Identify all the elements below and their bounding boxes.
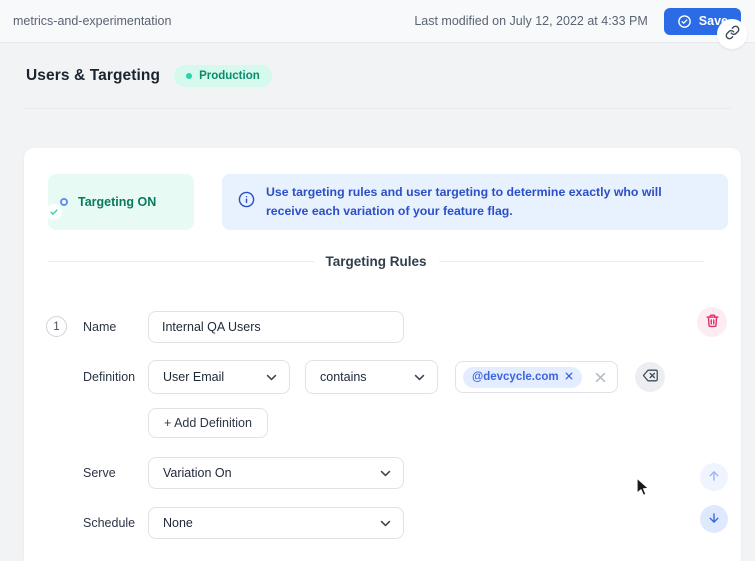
header-divider [24, 108, 731, 109]
rule-name-input[interactable] [148, 311, 404, 343]
serve-field-label: Serve [83, 466, 116, 480]
schedule-field-label: Schedule [83, 516, 136, 530]
tag-remove-icon[interactable] [565, 371, 573, 383]
check-circle-icon [677, 14, 692, 29]
add-definition-button[interactable]: + Add Definition [148, 408, 268, 438]
link-icon [725, 25, 740, 43]
clear-all-values-button[interactable] [635, 362, 665, 392]
topbar: metrics-and-experimentation Last modifie… [0, 0, 755, 43]
value-tag-label: @devcycle.com [472, 371, 559, 383]
clear-input-icon[interactable] [595, 372, 606, 383]
breadcrumb: metrics-and-experimentation [13, 14, 172, 28]
environment-badge-label: Production [199, 69, 260, 82]
info-circle-icon [238, 191, 255, 213]
heading-divider-right [438, 260, 705, 262]
environment-status-dot [186, 72, 193, 79]
serve-select-value: Variation On [163, 466, 232, 480]
delete-rule-button[interactable] [697, 307, 727, 337]
property-select[interactable]: User Email [148, 360, 290, 394]
page-header: Users & Targeting Production [0, 43, 755, 108]
serve-select[interactable]: Variation On [148, 457, 404, 489]
trash-icon [705, 313, 720, 331]
comparator-select-value: contains [320, 370, 367, 384]
schedule-select-value: None [163, 516, 193, 530]
targeting-toggle-box: Targeting ON [46, 174, 194, 230]
move-rule-down-button[interactable] [700, 505, 728, 533]
name-field-label: Name [83, 320, 117, 334]
heading-divider-left [48, 260, 314, 262]
environment-badge: Production [174, 64, 272, 87]
definition-values-input[interactable]: @devcycle.com [455, 361, 618, 393]
move-rule-up-button[interactable] [700, 463, 728, 491]
targeting-card: Targeting ON Use targeting rules and use… [24, 148, 741, 561]
value-tag[interactable]: @devcycle.com [463, 366, 582, 388]
chevron-down-icon [266, 370, 277, 384]
property-select-value: User Email [163, 370, 225, 384]
definition-field-label: Definition [83, 370, 136, 384]
targeting-rules-heading-label: Targeting Rules [325, 253, 427, 269]
copy-link-button[interactable] [717, 19, 747, 49]
arrow-down-icon [707, 511, 721, 528]
backspace-icon [642, 368, 659, 386]
last-modified-text: Last modified on July 12, 2022 at 4:33 P… [414, 14, 648, 28]
schedule-select[interactable]: None [148, 507, 404, 539]
comparator-select[interactable]: contains [305, 360, 438, 394]
targeting-info-box: Use targeting rules and user targeting t… [222, 174, 728, 230]
topbar-right: Last modified on July 12, 2022 at 4:33 P… [414, 7, 741, 35]
chevron-down-icon [380, 466, 391, 480]
chevron-down-icon [380, 516, 391, 530]
rule-number-badge: 1 [46, 316, 67, 337]
targeting-toggle[interactable] [46, 198, 68, 220]
toggle-knob [46, 204, 62, 220]
targeting-toggle-label: Targeting ON [78, 195, 157, 209]
arrow-up-icon [707, 469, 721, 486]
page-title: Users & Targeting [26, 66, 161, 84]
targeting-info-text: Use targeting rules and user targeting t… [266, 184, 662, 218]
chevron-down-icon [414, 370, 425, 384]
targeting-rules-heading: Targeting Rules [48, 250, 705, 272]
